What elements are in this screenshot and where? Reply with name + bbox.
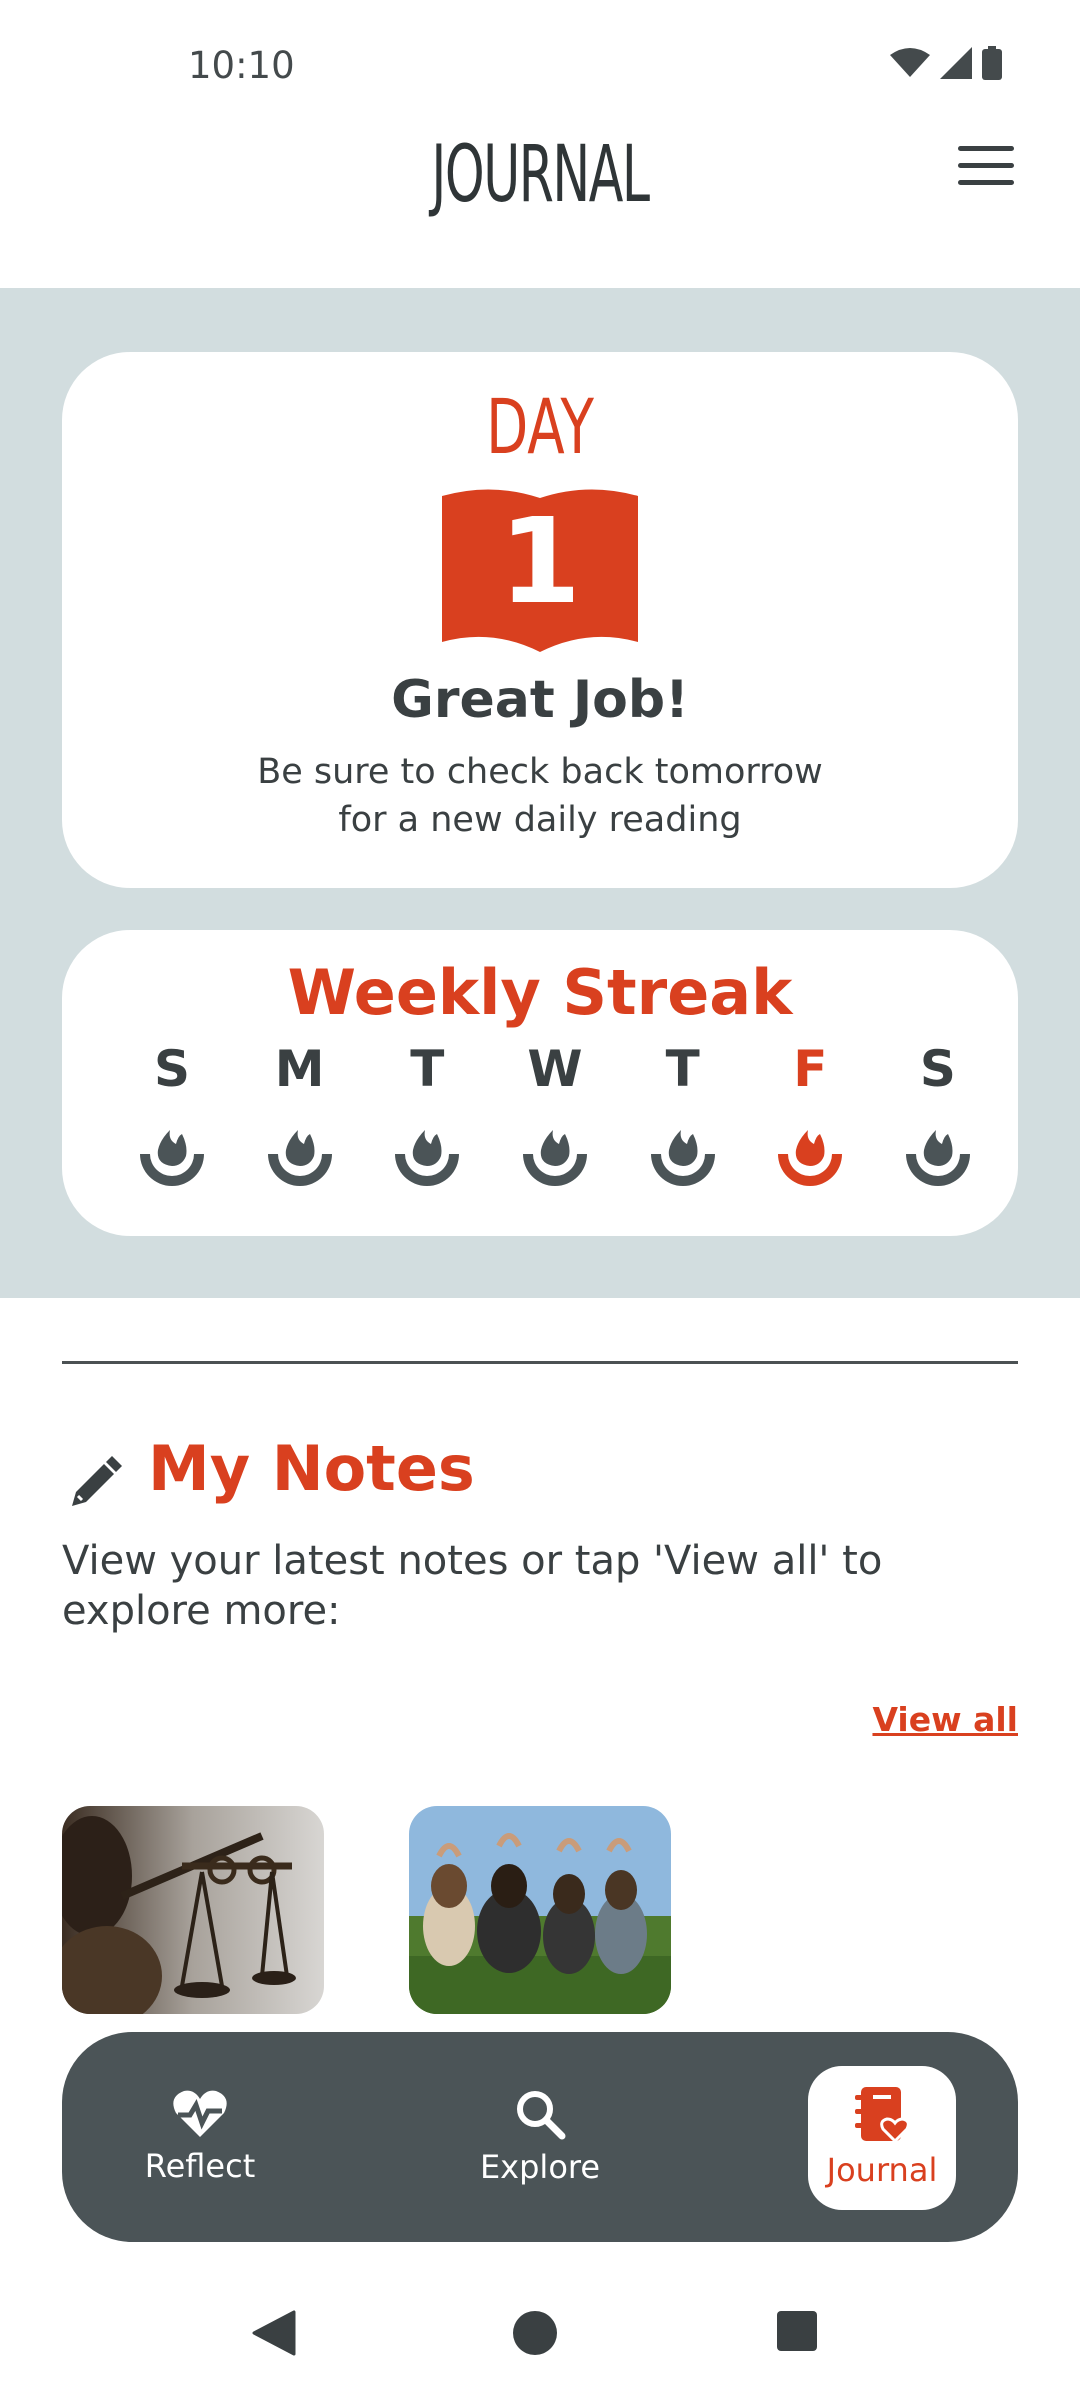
back-icon[interactable]: [252, 2310, 296, 2356]
journal-icon: [855, 2087, 909, 2143]
divider: [62, 1361, 1018, 1364]
nav-label-reflect: Reflect: [144, 2147, 256, 2185]
friends-heart-hands-image: [409, 1806, 671, 2014]
status-icons: [890, 46, 1002, 80]
streak-day: T: [387, 1036, 467, 1188]
search-icon: [517, 2091, 566, 2140]
streak-day: F: [770, 1036, 850, 1188]
streak-days: SMTWTFS: [132, 1036, 978, 1188]
streak-day-letter: W: [527, 1040, 583, 1098]
streak-day-letter: T: [665, 1040, 700, 1098]
nav-journal[interactable]: Journal: [762, 2032, 1002, 2242]
heart-pulse-icon: [173, 2090, 227, 2137]
streak-day: W: [515, 1036, 595, 1188]
streak-day: S: [898, 1036, 978, 1188]
view-all-link[interactable]: View all: [872, 1700, 1018, 1739]
streak-day-letter: M: [274, 1040, 325, 1098]
bottom-navigation: Reflect Explore Journal: [62, 2032, 1018, 2242]
wifi-icon: [890, 48, 930, 77]
note-thumbnail-scales[interactable]: [62, 1806, 324, 2014]
streak-day-letter: S: [153, 1040, 190, 1098]
nav-explore[interactable]: Explore: [420, 2032, 660, 2242]
note-thumbnail-friends[interactable]: [409, 1806, 671, 2014]
streak-day-letter: F: [793, 1040, 828, 1098]
nav-label-explore: Explore: [479, 2148, 601, 2186]
day-message: Be sure to check back tomorrow for a new…: [257, 752, 823, 840]
day-card: DAY 1 Great Job! Be sure to check back t…: [62, 352, 1018, 888]
weekly-streak-card: Weekly Streak S M T W T F S: [62, 930, 1018, 1236]
page-title: JOURNAL: [431, 130, 650, 220]
battery-icon: [982, 46, 1002, 80]
flame-icon: [650, 1130, 715, 1186]
hamburger-menu-icon[interactable]: [958, 146, 1014, 190]
streak-day: M: [260, 1036, 340, 1188]
nav-label-journal: Journal: [826, 2151, 938, 2189]
streak-day: S: [132, 1036, 212, 1188]
home-icon[interactable]: [512, 2310, 558, 2356]
flame-icon: [522, 1130, 587, 1186]
flame-icon: [395, 1130, 460, 1186]
streak-day: T: [643, 1036, 723, 1188]
flame-icon-active: [778, 1130, 843, 1186]
signal-icon: [940, 47, 972, 79]
streak-day-letter: T: [410, 1040, 445, 1098]
flame-icon: [140, 1130, 204, 1186]
scales-of-justice-image: [62, 1806, 324, 2014]
headline: Great Job!: [391, 670, 689, 730]
day-number: 1: [498, 492, 582, 630]
notes-title: My Notes: [148, 1432, 475, 1505]
streak-day-letter: S: [919, 1040, 956, 1098]
nav-reflect[interactable]: Reflect: [80, 2032, 320, 2242]
status-time: 10:10: [188, 44, 295, 87]
flame-icon: [905, 1130, 970, 1186]
day-label: DAY: [486, 382, 594, 471]
pencil-icon: [72, 1456, 122, 1506]
streak-title: Weekly Streak: [287, 956, 793, 1029]
flame-icon: [267, 1130, 332, 1186]
recent-apps-icon[interactable]: [776, 2310, 818, 2352]
notes-description: View your latest notes or tap 'View all'…: [62, 1538, 883, 1634]
